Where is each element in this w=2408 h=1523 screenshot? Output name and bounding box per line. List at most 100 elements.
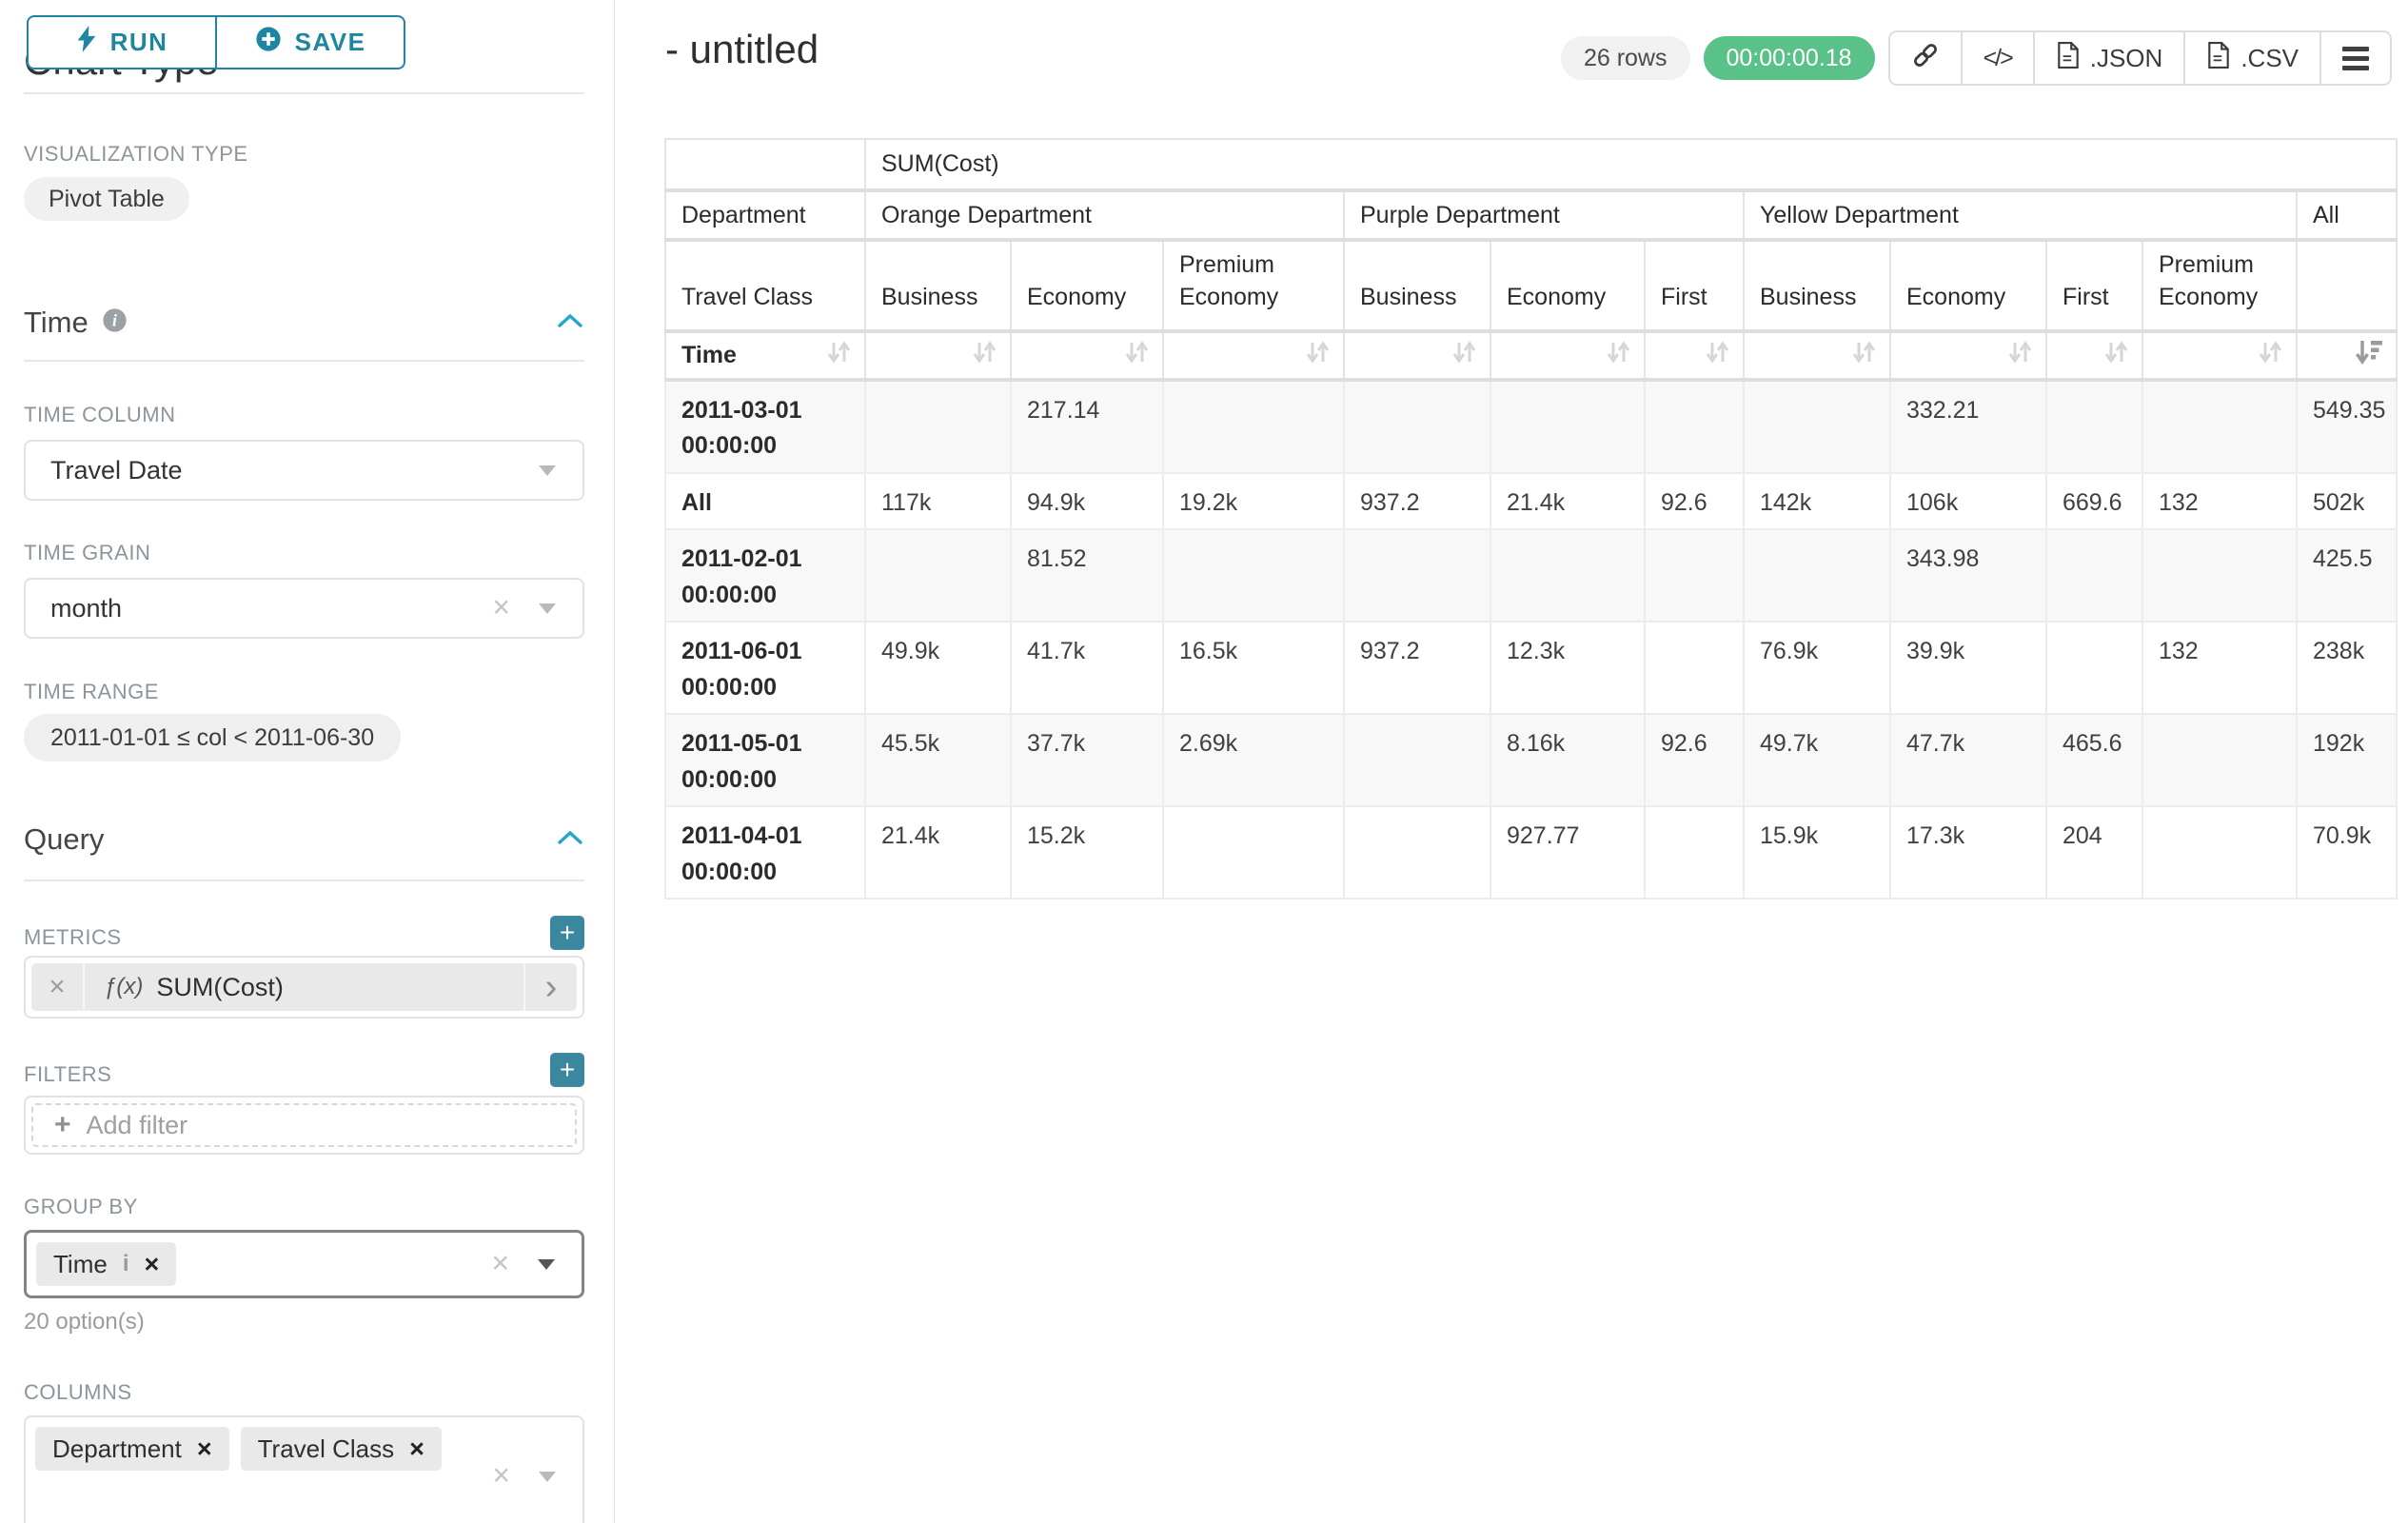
sort-header[interactable]	[1011, 331, 1163, 380]
pivot-row: 2011-03-01 00:00:00217.14332.21549.35	[665, 380, 2397, 473]
pivot-cell	[1344, 714, 1490, 806]
metric-header: SUM(Cost)	[865, 139, 2397, 190]
sort-icon[interactable]	[824, 338, 853, 373]
sort-icon[interactable]	[1604, 338, 1632, 373]
pivot-cell	[865, 529, 1011, 622]
metric-chip[interactable]: × ƒ(x) SUM(Cost) ›	[31, 963, 577, 1011]
sort-header[interactable]	[1890, 331, 2046, 380]
sort-icon[interactable]	[1450, 338, 1478, 373]
row-header: 2011-06-01 00:00:00	[665, 622, 865, 714]
group-by-chip-time[interactable]: Time i ×	[36, 1242, 176, 1286]
pivot-cell	[1645, 529, 1744, 622]
time-range-pill[interactable]: 2011-01-01 ≤ col < 2011-06-30	[24, 714, 401, 762]
run-button[interactable]: RUN	[27, 15, 216, 69]
add-metric-button[interactable]: +	[550, 916, 584, 950]
remove-chip-icon[interactable]: ×	[409, 1434, 424, 1464]
department-group-header: All	[2297, 190, 2397, 240]
clear-icon[interactable]: ×	[492, 1460, 510, 1491]
row-dimension-sort-header[interactable]: Time	[665, 331, 865, 380]
sort-icon[interactable]	[1703, 338, 1731, 373]
department-group-header: Purple Department	[1344, 190, 1744, 240]
remove-chip-icon[interactable]: ×	[197, 1434, 212, 1464]
code-icon: </>	[1984, 45, 2012, 72]
pivot-cell: 669.6	[2046, 473, 2142, 530]
lightning-bolt-icon	[76, 26, 97, 59]
time-column-label: TIME COLUMN	[24, 403, 584, 427]
caret-down-icon	[539, 465, 556, 476]
sort-icon[interactable]	[2102, 338, 2130, 373]
sort-header[interactable]	[1163, 331, 1344, 380]
remove-chip-icon[interactable]: ×	[144, 1250, 159, 1279]
time-grain-value: month	[50, 594, 122, 623]
pivot-cell	[1344, 380, 1490, 473]
caret-down-icon	[539, 1472, 556, 1482]
time-column-select[interactable]: Travel Date	[24, 440, 584, 501]
metric-chip-label: SUM(Cost)	[156, 973, 284, 1002]
chart-title[interactable]: - untitled	[665, 27, 819, 72]
pivot-cell	[1645, 380, 1744, 473]
sort-header[interactable]	[2142, 331, 2297, 380]
remove-metric-icon[interactable]: ×	[31, 963, 85, 1011]
department-group-header: Yellow Department	[1744, 190, 2297, 240]
clear-icon[interactable]: ×	[492, 592, 510, 623]
menu-button[interactable]	[2319, 32, 2390, 84]
pivot-cell: 94.9k	[1011, 473, 1163, 530]
travel-class-header: Economy	[1011, 240, 1163, 331]
sort-header[interactable]	[1490, 331, 1645, 380]
export-json-button[interactable]: .JSON	[2033, 32, 2184, 84]
pivot-cell: 21.4k	[1490, 473, 1645, 530]
columns-select[interactable]: Department × Travel Class × ×	[24, 1415, 584, 1523]
row-header: 2011-02-01 00:00:00	[665, 529, 865, 622]
sort-header-active[interactable]	[2297, 331, 2397, 380]
time-grain-label: TIME GRAIN	[24, 541, 584, 565]
export-button-group: </> .JSON .CSV	[1888, 30, 2392, 86]
export-csv-button[interactable]: .CSV	[2183, 32, 2319, 84]
query-section-title: Query	[24, 822, 104, 857]
chevron-up-icon[interactable]	[556, 312, 584, 334]
time-section-header[interactable]: Time i	[24, 306, 584, 340]
columns-chip-department[interactable]: Department ×	[35, 1427, 229, 1471]
pivot-cell: 15.9k	[1744, 806, 1890, 899]
sort-header[interactable]	[1645, 331, 1744, 380]
chevron-right-icon[interactable]: ›	[523, 963, 577, 1011]
chevron-up-icon[interactable]	[556, 829, 584, 851]
pivot-cell: 8.16k	[1490, 714, 1645, 806]
group-by-select[interactable]: Time i × ×	[24, 1230, 584, 1298]
add-filter-button[interactable]: + Add filter	[31, 1103, 577, 1147]
link-icon	[1911, 41, 1940, 76]
save-button[interactable]: SAVE	[216, 15, 405, 69]
pivot-cell: 21.4k	[865, 806, 1011, 899]
sort-icon[interactable]	[2005, 338, 2034, 373]
share-link-button[interactable]	[1890, 32, 1961, 84]
visualization-type-pill[interactable]: Pivot Table	[24, 177, 189, 221]
sort-header[interactable]	[865, 331, 1011, 380]
pivot-cell	[1163, 380, 1344, 473]
time-grain-select[interactable]: month ×	[24, 578, 584, 639]
sort-header[interactable]	[1744, 331, 1890, 380]
clear-icon[interactable]: ×	[491, 1248, 509, 1278]
file-document-icon	[2056, 42, 2081, 75]
filters-field: + Add filter	[24, 1096, 584, 1155]
divider	[24, 92, 584, 94]
pivot-cell	[1645, 806, 1744, 899]
embed-code-button[interactable]: </>	[1961, 32, 2033, 84]
query-section-header[interactable]: Query	[24, 822, 584, 857]
pivot-row: 2011-02-01 00:00:0081.52343.98425.5	[665, 529, 2397, 622]
sort-icon[interactable]	[1122, 338, 1151, 373]
travel-class-header: First	[1645, 240, 1744, 331]
pivot-cell: 549.35	[2297, 380, 2397, 473]
sort-icon[interactable]	[1303, 338, 1332, 373]
chart-area: - untitled 26 rows 00:00:00.18 </> .JSON	[616, 0, 2408, 1523]
columns-chip-travel-class[interactable]: Travel Class ×	[241, 1427, 442, 1471]
hamburger-menu-icon	[2342, 47, 2369, 70]
pivot-cell: 343.98	[1890, 529, 2046, 622]
group-by-label: GROUP BY	[24, 1195, 584, 1219]
sort-header[interactable]	[1344, 331, 1490, 380]
add-filter-plus-button[interactable]: +	[550, 1053, 584, 1087]
sort-descending-icon[interactable]	[2354, 338, 2384, 373]
sort-icon[interactable]	[970, 338, 998, 373]
sort-icon[interactable]	[2256, 338, 2284, 373]
sort-icon[interactable]	[1849, 338, 1878, 373]
sort-header[interactable]	[2046, 331, 2142, 380]
column-info-icon[interactable]: i	[123, 1251, 129, 1277]
